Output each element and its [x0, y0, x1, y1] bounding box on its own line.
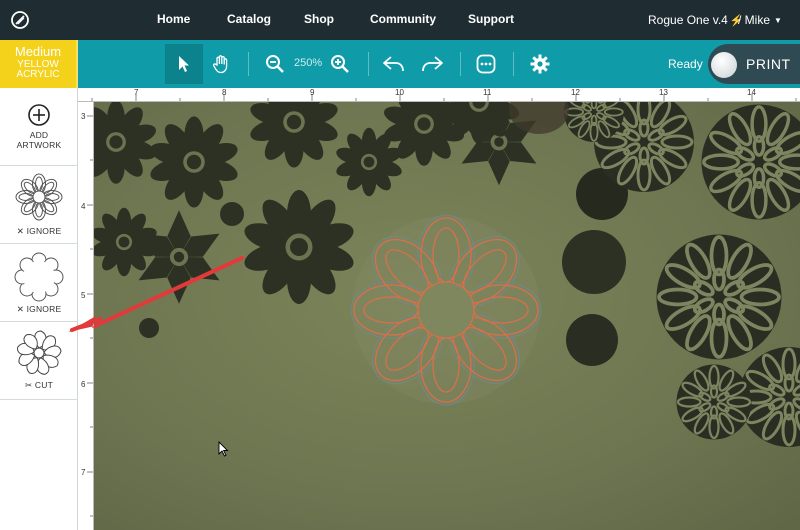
ruler-label: 13 [659, 88, 668, 97]
mouse-cursor-icon [218, 441, 229, 457]
status-text: Ready [668, 57, 703, 71]
undo-icon [383, 56, 404, 72]
ruler-label: 5 [81, 291, 86, 300]
artwork-action[interactable]: ✕ IGNORE [0, 226, 78, 237]
toolbar-divider [513, 52, 514, 76]
nav-home[interactable]: Home [157, 12, 190, 26]
x-icon: ✕ [16, 304, 25, 314]
scissors-icon: ✂ [25, 380, 33, 390]
top-nav: Home Catalog Shop Community Support Rogu… [0, 0, 800, 40]
nav-support[interactable]: Support [468, 12, 514, 26]
nav-shop[interactable]: Shop [304, 12, 334, 26]
toolbar-divider [460, 52, 461, 76]
material-thickness: Medium [14, 44, 62, 59]
redo-button[interactable] [413, 44, 451, 84]
ruler-label: 8 [222, 88, 227, 97]
x-icon: ✕ [16, 226, 25, 236]
zoom-in-button[interactable] [321, 44, 359, 84]
zoom-out-icon [266, 55, 284, 73]
ruler-label: 4 [81, 202, 86, 211]
annotation-arrowhead [68, 316, 104, 332]
device-selector[interactable]: Rogue One v.4 ⚡ [648, 13, 744, 27]
annotation-arrow [94, 256, 244, 329]
ruler-label: 7 [134, 88, 139, 97]
scallop-thumbnail [14, 252, 64, 302]
more-icon [476, 54, 496, 74]
more-options-button[interactable] [467, 44, 505, 84]
toolbar-divider [248, 52, 249, 76]
print-label: PRINT [746, 56, 791, 72]
ruler-label: 12 [571, 88, 580, 97]
artwork-action[interactable]: ✂ CUT [0, 380, 78, 391]
flower-thumbnail [15, 173, 63, 221]
material-selector[interactable]: Medium YELLOW ACRYLIC [0, 40, 78, 88]
print-button[interactable]: PRINT [708, 44, 800, 84]
settings-button[interactable] [521, 44, 559, 84]
add-artwork-button[interactable]: ADD ARTWORK [0, 88, 78, 166]
zoom-level: 250% [294, 57, 323, 69]
zoom-out-button[interactable] [256, 44, 294, 84]
ruler-label: 11 [483, 88, 492, 97]
add-artwork-label: ADD ARTWORK [0, 130, 78, 150]
print-knob [711, 52, 737, 78]
plus-circle-icon [28, 104, 50, 126]
ruler-top: 7 8 9 10 11 12 13 14 [78, 88, 800, 102]
hand-icon [212, 55, 228, 74]
ruler-label: 3 [81, 112, 86, 121]
user-name: / Mike [738, 13, 771, 27]
pointer-icon [179, 56, 189, 72]
app-window: Home Catalog Shop Community Support Rogu… [0, 0, 800, 530]
caret-down-icon: ▼ [774, 16, 782, 25]
ruler-label: 9 [310, 88, 315, 97]
select-tool-button[interactable] [165, 44, 203, 84]
material-type: ACRYLIC [16, 69, 60, 80]
artwork-item-flower-outline[interactable]: ✕ IGNORE [0, 166, 78, 244]
gear-icon [530, 54, 550, 74]
zoom-in-icon [331, 55, 349, 73]
toolbar-divider [368, 52, 369, 76]
ruler-label: 10 [395, 88, 404, 97]
ruler-label: 14 [747, 88, 756, 97]
add-label-line-1: ADD [29, 130, 49, 140]
nav-catalog[interactable]: Catalog [227, 12, 271, 26]
pan-tool-button[interactable] [202, 44, 240, 84]
redo-icon [422, 56, 443, 72]
swirl-flower-thumbnail [15, 330, 63, 377]
nav-community[interactable]: Community [370, 12, 436, 26]
device-name: Rogue One v.4 [648, 13, 728, 27]
work-canvas[interactable] [94, 102, 800, 530]
add-label-line-2: ARTWORK [16, 140, 62, 150]
ruler-top-ticks [91, 94, 797, 101]
toolbar: 250% Ready PRINT [78, 40, 800, 88]
ruler-label: 7 [81, 468, 86, 477]
user-menu[interactable]: / Mike ▼ [738, 13, 782, 27]
logo-icon[interactable] [8, 8, 32, 32]
ruler-label: 6 [81, 380, 86, 389]
undo-button[interactable] [375, 44, 413, 84]
